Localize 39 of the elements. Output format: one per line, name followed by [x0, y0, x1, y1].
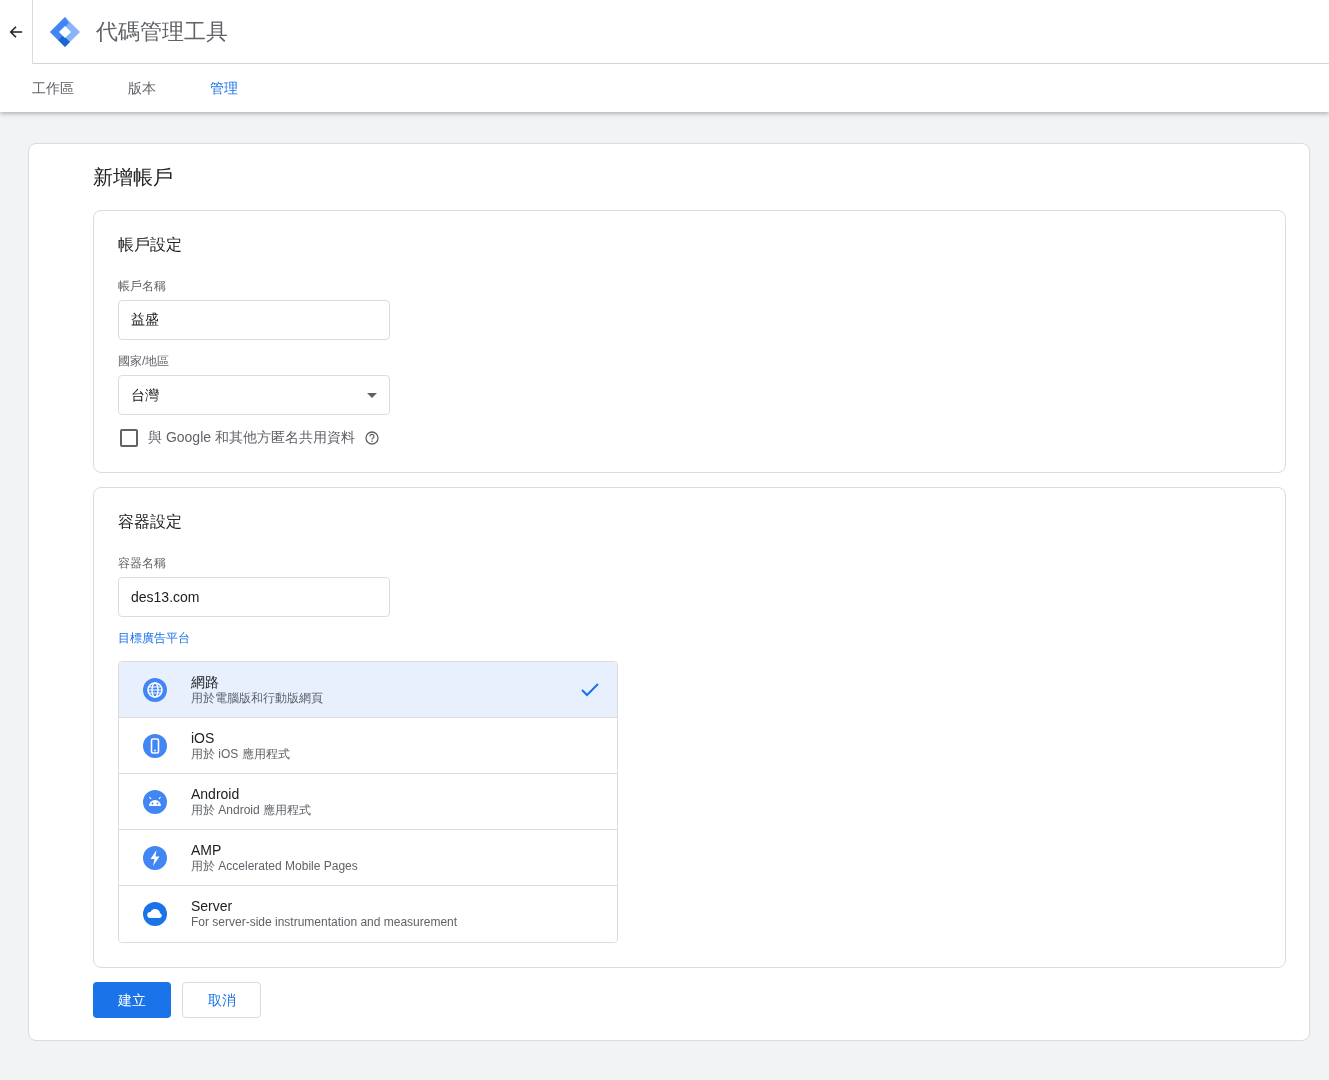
platform-description: For server-side instrumentation and measurement — [191, 915, 459, 930]
tab[interactable]: 管理 — [190, 64, 258, 112]
field-label: 國家/地區 — [118, 353, 171, 370]
field-label: 容器名稱 — [118, 555, 167, 572]
cancel-button[interactable]: 取消 — [182, 982, 261, 1018]
page-title: 新增帳戶 — [93, 165, 174, 190]
section-title: 容器設定 — [118, 512, 183, 532]
checkmark-icon — [581, 682, 599, 697]
checkbox[interactable] — [120, 428, 138, 447]
help-icon[interactable] — [364, 430, 379, 445]
tab[interactable]: 工作區 — [12, 64, 94, 112]
cloud-icon — [143, 902, 167, 926]
platform-name: Server — [191, 898, 234, 915]
platform-description: 用於 Android 應用程式 — [191, 802, 313, 818]
platform-name: Android — [191, 785, 241, 803]
platform-name: AMP — [191, 841, 223, 859]
back-arrow-icon — [9, 24, 23, 39]
dropdown-caret-icon — [367, 392, 377, 398]
platform-name: iOS — [191, 729, 216, 747]
lightning-icon — [143, 845, 167, 870]
create-button[interactable]: 建立 — [93, 982, 171, 1018]
section-title: 帳戶設定 — [118, 235, 183, 255]
platform-name: 網路 — [191, 673, 220, 691]
platform-option[interactable]: 網路 用於電腦版和行動版網頁 — [119, 662, 617, 718]
robot-icon — [143, 789, 167, 814]
logo-icon — [48, 14, 82, 49]
phone-icon — [143, 733, 167, 758]
field-label: 帳戶名稱 — [118, 278, 167, 295]
checkbox-label: 與 Google 和其他方匿名共用資料 — [148, 428, 355, 447]
platform-description: 用於 Accelerated Mobile Pages — [191, 858, 359, 874]
country-select[interactable]: 台灣 — [118, 375, 390, 415]
platform-description: 用於 iOS 應用程式 — [191, 746, 291, 762]
account-name-field[interactable]: 益盛 — [118, 300, 390, 340]
platform-heading: 目標廣告平台 — [118, 630, 191, 647]
tab[interactable]: 版本 — [108, 64, 176, 112]
platform-description: 用於電腦版和行動版網頁 — [191, 690, 324, 706]
container-name-field[interactable]: des13.com — [118, 577, 390, 617]
app-title: 代碼管理工具 — [96, 18, 228, 46]
globe-icon — [143, 677, 167, 702]
